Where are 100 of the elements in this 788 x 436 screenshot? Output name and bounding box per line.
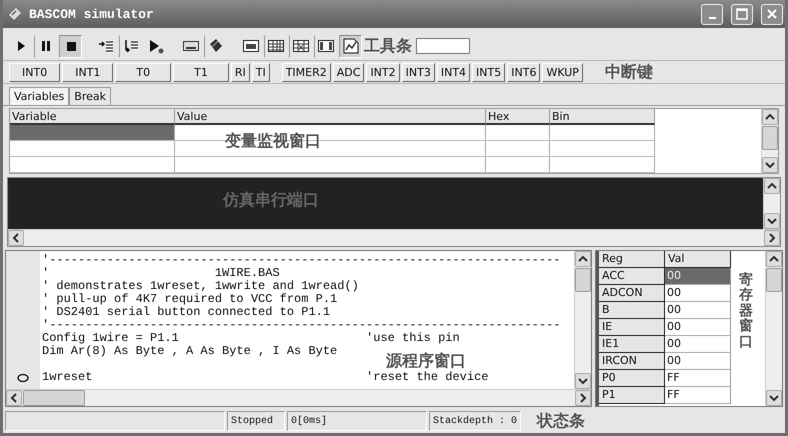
- column-header[interactable]: Variable: [10, 109, 175, 125]
- scroll-up-button[interactable]: [766, 251, 782, 267]
- interrupt-button[interactable]: T0: [115, 62, 172, 82]
- table-cell: ACC: [599, 268, 665, 285]
- scroll-up-button[interactable]: [575, 251, 591, 267]
- table-cell: IE1: [599, 336, 665, 353]
- play-dot-icon: [148, 38, 164, 54]
- scroll-down-button[interactable]: [764, 213, 780, 229]
- stop-button[interactable]: [59, 34, 82, 58]
- scroll-right-button[interactable]: [575, 390, 591, 406]
- table-cell[interactable]: [550, 141, 655, 157]
- interrupt-button[interactable]: RI: [230, 62, 250, 82]
- code-line: ' pull-up of 4K7 required to VCC from P.1: [42, 293, 338, 306]
- grid-x-button[interactable]: [289, 34, 312, 58]
- table-cell[interactable]: [550, 125, 655, 141]
- table-cell[interactable]: FF: [665, 370, 731, 387]
- lcd-icon: [182, 38, 198, 54]
- scroll-down-button[interactable]: [762, 157, 778, 173]
- panel-icon: [242, 38, 258, 54]
- status-panel: 0[0ms]: [287, 411, 427, 431]
- close-button[interactable]: [761, 4, 783, 24]
- maximize-button[interactable]: [731, 4, 753, 24]
- scroll-thumb[interactable]: [23, 390, 85, 406]
- interrupt-button[interactable]: INT3: [402, 62, 435, 82]
- maximize-icon: [736, 8, 748, 20]
- code-line: ' 1WIRE.BAS: [42, 267, 281, 280]
- table-cell[interactable]: 00: [665, 319, 731, 336]
- scroll-thumb[interactable]: [762, 126, 778, 150]
- chart-page-button[interactable]: [339, 34, 362, 58]
- column-header[interactable]: Value: [175, 109, 486, 125]
- interrupt-button[interactable]: WKUP: [542, 62, 583, 82]
- table-cell[interactable]: [486, 157, 550, 173]
- column-header[interactable]: Reg: [599, 251, 665, 268]
- column-header[interactable]: Val: [665, 251, 731, 268]
- scroll-left-button[interactable]: [6, 390, 22, 406]
- scroll-thumb[interactable]: [766, 268, 782, 292]
- status-panel: Stopped: [227, 411, 285, 431]
- annotation-label: 工具条: [364, 36, 412, 56]
- horizontal-scrollbar[interactable]: [8, 229, 780, 246]
- interrupt-button[interactable]: ADC: [332, 62, 364, 82]
- chip-icon: [7, 6, 23, 22]
- table-cell[interactable]: [10, 157, 175, 173]
- code-line: ' DS2401 serial button connected to P1.1: [42, 306, 332, 319]
- minimize-icon: [708, 17, 716, 19]
- tab[interactable]: Break: [69, 87, 111, 105]
- interrupt-button[interactable]: INT5: [472, 62, 506, 82]
- table-cell[interactable]: 00: [665, 336, 731, 353]
- vertical-scrollbar[interactable]: [763, 178, 780, 229]
- table-cell[interactable]: [550, 157, 655, 173]
- scroll-right-button[interactable]: [764, 230, 780, 246]
- vertical-scrollbar[interactable]: [765, 251, 782, 406]
- table-cell[interactable]: 00: [665, 268, 731, 285]
- column-header[interactable]: Hex: [486, 109, 550, 125]
- scroll-down-button[interactable]: [766, 390, 782, 406]
- grid-x-icon: [292, 38, 308, 54]
- grid-button[interactable]: [264, 34, 287, 58]
- code-line: '-----------------------------------------------------------------------: [42, 319, 562, 332]
- table-cell[interactable]: [175, 157, 486, 173]
- interrupt-button[interactable]: INT0: [9, 62, 60, 82]
- interrupt-button[interactable]: INT1: [62, 62, 114, 82]
- scroll-up-button[interactable]: [762, 109, 778, 125]
- chart-page-icon: [342, 38, 358, 54]
- interrupt-button[interactable]: TIMER2: [282, 62, 331, 82]
- horizontal-scrollbar[interactable]: [6, 389, 591, 406]
- column-header[interactable]: Bin: [550, 109, 655, 125]
- scroll-thumb[interactable]: [575, 268, 591, 292]
- annotation-label: 寄存器窗口: [739, 273, 753, 350]
- tab[interactable]: Variables: [9, 87, 70, 105]
- scroll-down-button[interactable]: [575, 373, 591, 389]
- scroll-up-button[interactable]: [764, 178, 780, 194]
- interrupt-button[interactable]: INT4: [436, 62, 470, 82]
- table-cell[interactable]: [486, 125, 550, 141]
- table-cell: P1: [599, 387, 665, 404]
- close-icon: [766, 8, 778, 20]
- code-line: '-----------------------------------------------------------------------: [42, 254, 562, 267]
- table-cell[interactable]: 00: [665, 302, 731, 319]
- vertical-scrollbar[interactable]: [574, 251, 591, 389]
- interrupt-button[interactable]: INT6: [507, 62, 540, 82]
- code-line: Dim Ar(8) As Byte , A As Byte , I As Byte: [42, 345, 338, 358]
- interrupt-button[interactable]: TI: [252, 62, 270, 82]
- annotation-label: 中断键: [604, 62, 653, 82]
- table-cell[interactable]: [10, 141, 175, 157]
- table-cell[interactable]: 00: [665, 353, 731, 370]
- table-cell[interactable]: 00: [665, 285, 731, 302]
- table-cell[interactable]: FF: [665, 387, 731, 404]
- scroll-left-button[interactable]: [8, 230, 24, 246]
- minimize-button[interactable]: [701, 4, 723, 24]
- input-field[interactable]: [416, 38, 470, 54]
- table-cell: IRCON: [599, 353, 665, 370]
- table-cell[interactable]: [10, 125, 175, 141]
- vertical-scrollbar[interactable]: [761, 109, 778, 173]
- code-line: 1wreset 'reset the device: [42, 371, 490, 384]
- source-editor[interactable]: [5, 250, 592, 407]
- code-line: Config 1wire = P1.1 'use this pin: [42, 332, 461, 345]
- interrupt-button[interactable]: INT2: [366, 62, 400, 82]
- columns-button[interactable]: [314, 34, 337, 58]
- table-cell: P0: [599, 370, 665, 387]
- columns-icon: [318, 38, 334, 54]
- interrupt-button[interactable]: T1: [173, 62, 229, 82]
- table-cell[interactable]: [486, 141, 550, 157]
